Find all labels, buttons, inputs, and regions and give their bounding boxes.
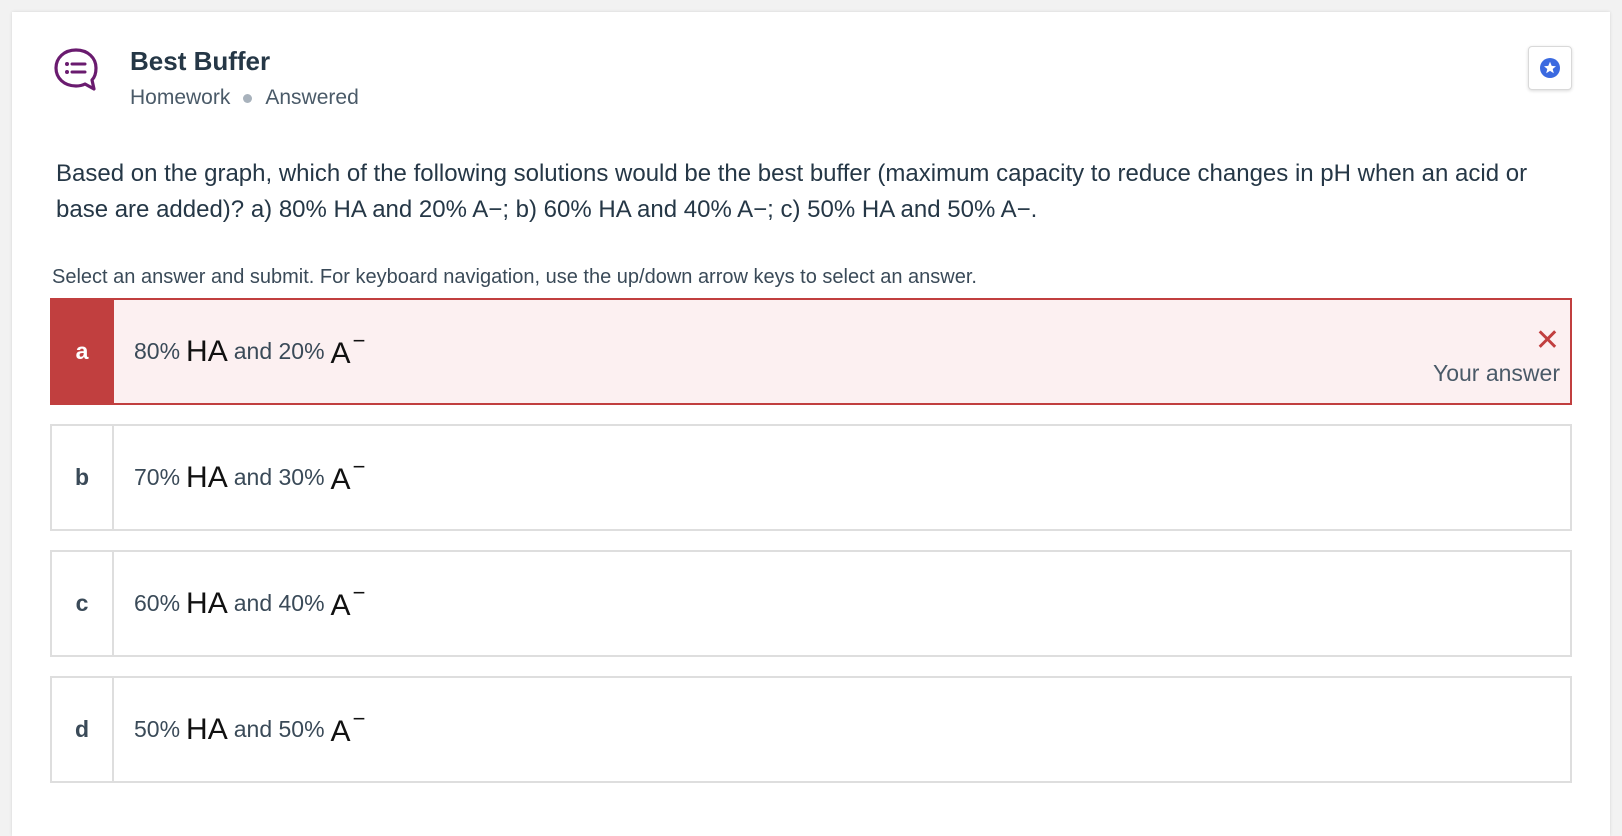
- option-species-ha: HA: [186, 586, 228, 620]
- option-species-a-charge: −: [352, 454, 366, 479]
- option-percent-ha: 60%: [134, 590, 181, 616]
- option-species-a-symbol: A: [330, 463, 351, 496]
- option-species-a-charge: −: [352, 706, 366, 731]
- answer-feedback: ✕ Your answer: [1433, 326, 1560, 387]
- answer-option-c[interactable]: c 60% HA and 40% A−: [50, 550, 1572, 657]
- your-answer-label: Your answer: [1432, 360, 1560, 386]
- option-percent-a: 40%: [278, 590, 325, 616]
- option-letter: d: [52, 678, 114, 781]
- option-letter: c: [52, 552, 114, 655]
- question-text: Based on the graph, which of the followi…: [56, 160, 1528, 223]
- option-species-a: A−: [330, 580, 366, 623]
- option-species-ha: HA: [186, 712, 228, 746]
- answer-option-d[interactable]: d 50% HA and 50% A−: [50, 676, 1572, 783]
- category-label: Homework: [130, 86, 231, 109]
- option-percent-a: 20%: [278, 338, 325, 364]
- bookmark-button[interactable]: [1528, 46, 1572, 90]
- option-letter: a: [52, 300, 114, 403]
- option-species-a: A−: [330, 328, 366, 371]
- option-species-a-symbol: A: [330, 715, 351, 748]
- assignment-meta: Homework Answered: [130, 86, 359, 110]
- close-icon: ✕: [1534, 324, 1560, 357]
- option-species-a-symbol: A: [330, 337, 351, 370]
- answer-option-b[interactable]: b 70% HA and 30% A−: [50, 424, 1572, 531]
- option-conjunction: and: [233, 338, 273, 364]
- option-text: 70% HA and 30% A−: [114, 426, 1570, 529]
- option-conjunction: and: [233, 716, 273, 742]
- option-species-a-charge: −: [352, 328, 366, 353]
- option-species-ha: HA: [186, 334, 228, 368]
- question-card: Best Buffer Homework Answered Based on t…: [12, 12, 1610, 836]
- option-text: 60% HA and 40% A−: [114, 552, 1570, 655]
- option-species-a-symbol: A: [330, 589, 351, 622]
- status-label: Answered: [265, 86, 359, 109]
- separator-dot: [243, 93, 253, 103]
- option-species-a: A−: [330, 706, 366, 749]
- option-percent-a: 30%: [278, 464, 325, 490]
- option-percent-ha: 70%: [134, 464, 181, 490]
- page-title: Best Buffer: [130, 46, 271, 76]
- option-species-a: A−: [330, 454, 366, 497]
- option-species-a-charge: −: [352, 580, 366, 605]
- quiz-chat-icon: [52, 46, 100, 94]
- option-conjunction: and: [233, 464, 273, 490]
- option-percent-a: 50%: [278, 716, 325, 742]
- option-percent-ha: 50%: [134, 716, 181, 742]
- answer-option-a[interactable]: a 80% HA and 20% A− ✕ Your answer: [50, 298, 1572, 405]
- option-letter: b: [52, 426, 114, 529]
- option-species-ha: HA: [186, 460, 228, 494]
- option-percent-ha: 80%: [134, 338, 181, 364]
- option-text: 50% HA and 50% A−: [114, 678, 1570, 781]
- option-conjunction: and: [233, 590, 273, 616]
- option-text: 80% HA and 20% A−: [114, 300, 1570, 403]
- instructions-text: Select an answer and submit. For keyboar…: [52, 266, 977, 288]
- star-icon: [1540, 58, 1560, 78]
